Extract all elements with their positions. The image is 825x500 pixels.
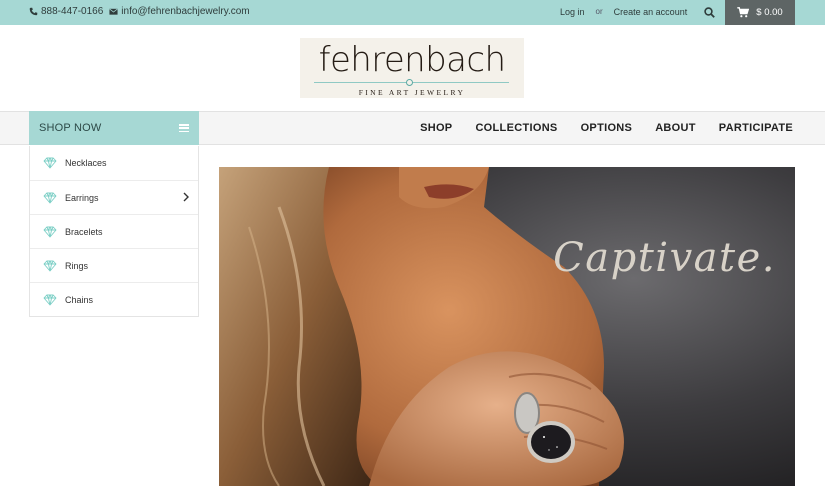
contact-info: 888-447-0166 info@fehrenbachjewelry.com [29, 6, 250, 17]
email-contact[interactable]: info@fehrenbachjewelry.com [109, 6, 250, 17]
sidebar-item-earrings[interactable]: Earrings [30, 180, 198, 214]
diamond-icon [43, 226, 57, 237]
sidebar-item-label: Necklaces [65, 158, 107, 168]
category-sidebar: Necklaces Earrings Bracelets Rings Chain… [29, 146, 199, 317]
logo-tagline: FINE ART JEWELRY [358, 88, 466, 97]
sidebar-item-necklaces[interactable]: Necklaces [30, 146, 198, 180]
hero-banner[interactable]: Captivate. [219, 167, 795, 486]
nav-item-options[interactable]: OPTIONS [581, 122, 633, 134]
shop-now-label: SHOP NOW [39, 122, 102, 134]
cart-total: $ 0.00 [756, 7, 783, 18]
top-bar: 888-447-0166 info@fehrenbachjewelry.com … [0, 0, 825, 25]
email-address: info@fehrenbachjewelry.com [121, 6, 250, 17]
sidebar-item-rings[interactable]: Rings [30, 248, 198, 282]
or-separator: or [595, 7, 603, 16]
logo-rule-right [413, 82, 509, 83]
logo-rule-left [314, 82, 406, 83]
search-icon [703, 7, 715, 18]
hero-photo [219, 167, 795, 486]
chevron-right-icon [183, 192, 189, 202]
sidebar-item-label: Earrings [65, 192, 99, 203]
sidebar-item-label: Chains [65, 294, 94, 305]
cart-button[interactable]: $ 0.00 [725, 0, 795, 25]
nav-item-participate[interactable]: PARTICIPATE [719, 122, 793, 134]
create-account-link[interactable]: Create an account [614, 7, 688, 17]
logo-wordmark: fehrenbach [318, 40, 506, 80]
diamond-icon [43, 260, 57, 271]
cart-icon [737, 7, 750, 18]
hero-caption: Captivate. [553, 235, 776, 281]
sidebar-item-bracelets[interactable]: Bracelets [30, 214, 198, 248]
envelope-icon [109, 8, 118, 15]
nav-item-about[interactable]: ABOUT [655, 122, 696, 134]
diamond-icon [43, 157, 57, 169]
shop-now-toggle[interactable]: SHOP NOW [29, 111, 199, 145]
nav-item-collections[interactable]: COLLECTIONS [475, 122, 557, 134]
login-link[interactable]: Log in [560, 7, 585, 17]
hamburger-icon [179, 124, 189, 133]
site-logo[interactable]: fehrenbach FINE ART JEWELRY [300, 38, 524, 98]
diamond-icon [43, 294, 57, 305]
phone-icon [29, 7, 38, 16]
nav-item-shop[interactable]: SHOP [420, 122, 452, 134]
sidebar-item-label: Rings [65, 260, 89, 271]
account-links: Log in or Create an account [560, 7, 687, 17]
diamond-icon [43, 192, 57, 203]
sidebar-item-chains[interactable]: Chains [30, 282, 198, 316]
phone-number: 888-447-0166 [41, 6, 104, 17]
phone-contact[interactable]: 888-447-0166 [29, 6, 103, 17]
search-button[interactable] [694, 0, 724, 25]
sidebar-item-label: Bracelets [65, 226, 103, 237]
main-nav: SHOP COLLECTIONS OPTIONS ABOUT PARTICIPA… [420, 111, 793, 145]
logo-dot [406, 79, 413, 86]
